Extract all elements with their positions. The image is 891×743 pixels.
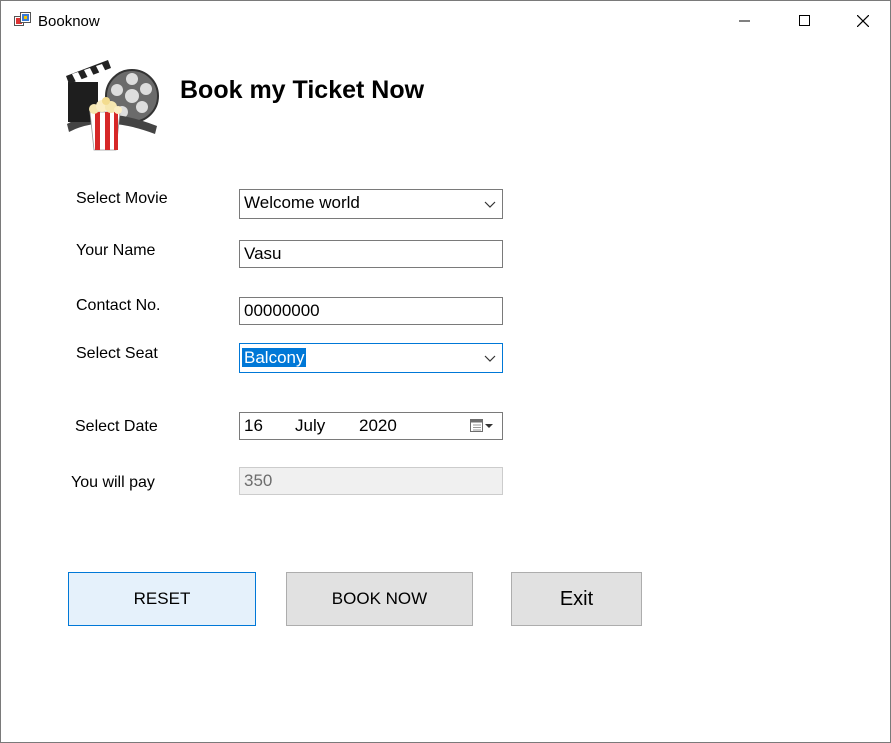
movie-label: Select Movie [76,190,168,207]
page-heading: Book my Ticket Now [180,76,425,104]
chevron-down-icon [484,355,496,362]
movie-clapper-popcorn-logo [66,60,159,151]
movie-select-value: Welcome world [244,193,360,212]
contact-label: Contact No. [76,297,161,314]
window-title: Booknow [38,13,100,30]
contact-input[interactable]: 00000000 [239,297,503,325]
reset-button[interactable]: RESET [68,572,256,626]
seat-label: Select Seat [76,345,158,362]
minimize-icon [739,20,750,22]
exit-button[interactable]: Exit [511,572,642,626]
minimize-button[interactable] [715,1,775,41]
maximize-button[interactable] [775,1,835,41]
name-label: Your Name [76,242,156,259]
date-day[interactable]: 16 [244,416,263,436]
title-bar: Booknow [1,1,890,41]
book-now-button[interactable]: BOOK NOW [286,572,473,626]
date-label: Select Date [75,418,158,435]
date-year[interactable]: 2020 [359,416,397,436]
movie-select[interactable]: Welcome world [239,189,503,219]
contact-input-value: 00000000 [244,301,320,320]
name-input-value: Vasu [244,244,282,263]
close-button[interactable] [833,1,891,41]
close-icon [857,15,869,27]
app-icon [14,12,31,26]
calendar-icon[interactable] [470,419,494,433]
seat-select-value: Balcony [242,348,307,367]
maximize-icon [799,15,810,26]
date-picker[interactable]: 16 July 2020 [239,412,503,440]
pay-label: You will pay [71,474,155,491]
chevron-down-icon [484,201,496,208]
seat-select[interactable]: Balcony [239,343,503,373]
name-input[interactable]: Vasu [239,240,503,268]
pay-amount-value: 350 [244,471,273,490]
date-month[interactable]: July [295,416,325,436]
pay-amount-field: 350 [239,467,503,495]
